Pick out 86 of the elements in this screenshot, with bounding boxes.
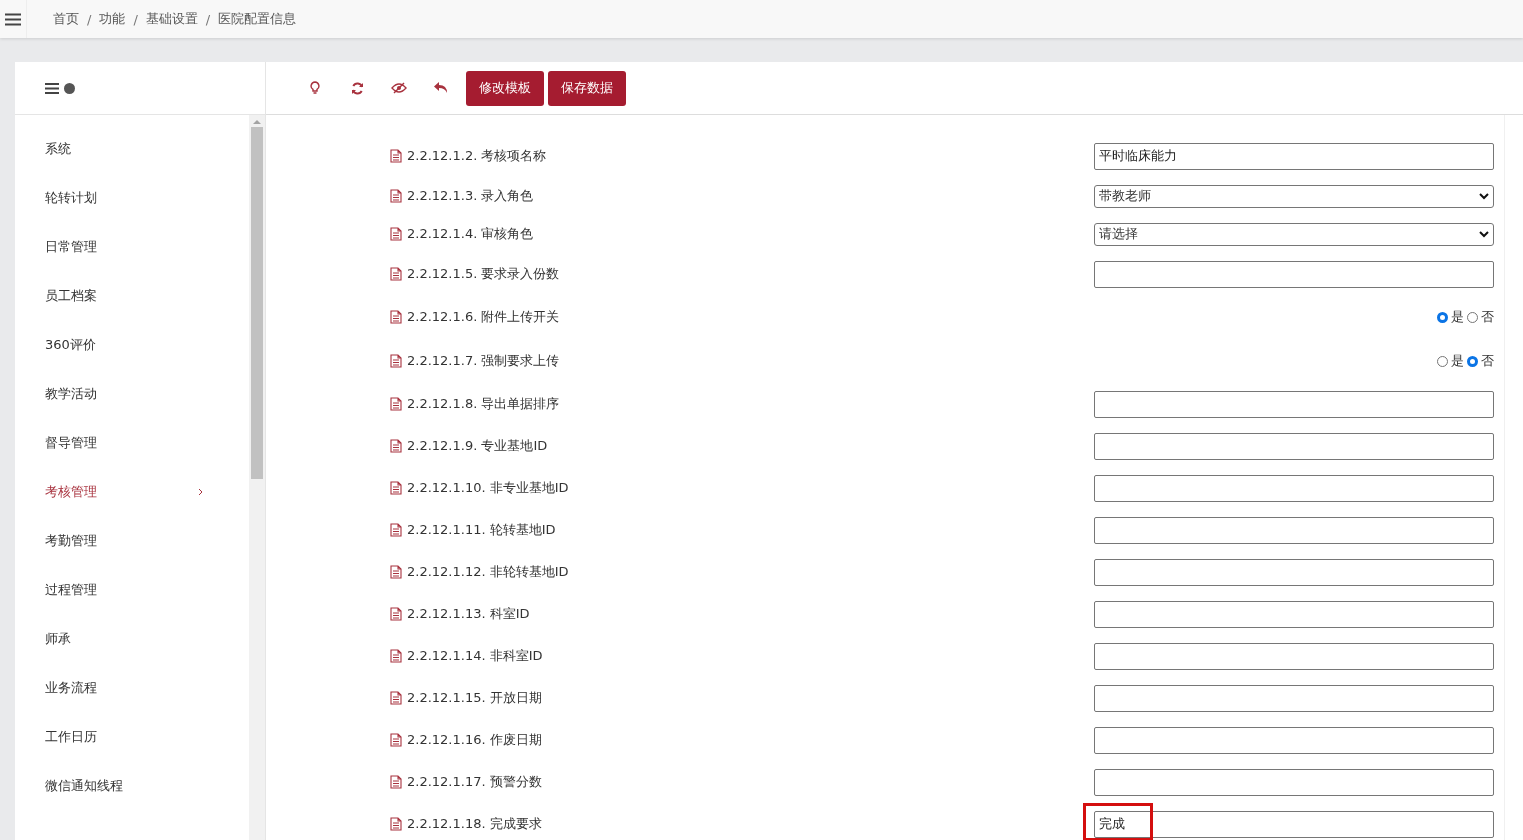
field-label: 2.2.12.1.3. 录入角色 xyxy=(407,187,534,205)
text-input[interactable] xyxy=(1094,684,1494,712)
document-icon xyxy=(390,523,402,537)
text-input[interactable] xyxy=(1094,642,1494,670)
field-label: 2.2.12.1.7. 强制要求上传 xyxy=(407,352,560,370)
breadcrumb-link[interactable]: 功能 xyxy=(99,10,126,28)
radio-button[interactable] xyxy=(1467,311,1478,323)
sidebar-item[interactable]: 微信通知线程 xyxy=(15,761,249,810)
radio-label: 否 xyxy=(1481,352,1494,370)
sidebar-item[interactable]: 过程管理 xyxy=(15,565,249,614)
text-input[interactable] xyxy=(1094,516,1494,544)
radio-button[interactable] xyxy=(1437,311,1448,323)
text-input[interactable] xyxy=(1094,558,1494,586)
field-label: 2.2.12.1.17. 预警分数 xyxy=(407,773,542,791)
sidebar-item[interactable]: 轮转计划 xyxy=(15,173,249,222)
field-label: 2.2.12.1.2. 考核项名称 xyxy=(407,147,547,165)
field-label: 2.2.12.1.4. 审核角色 xyxy=(407,225,534,243)
field-label: 2.2.12.1.10. 非专业基地ID xyxy=(407,479,569,497)
document-icon xyxy=(390,733,402,747)
radio-label: 是 xyxy=(1451,352,1464,370)
field-label: 2.2.12.1.6. 附件上传开关 xyxy=(407,308,560,326)
text-input[interactable] xyxy=(1094,260,1494,288)
breadcrumb-separator: / xyxy=(205,11,211,27)
radio-button[interactable] xyxy=(1437,355,1448,367)
document-icon xyxy=(390,397,402,411)
select-field[interactable]: 带教老师 xyxy=(1094,184,1494,208)
sidebar-item[interactable]: 日常管理 xyxy=(15,222,249,271)
field-label: 2.2.12.1.9. 专业基地ID xyxy=(407,437,548,455)
text-input[interactable] xyxy=(1094,768,1494,796)
text-input[interactable] xyxy=(1094,390,1494,418)
sidebar-item[interactable]: 员工档案 xyxy=(15,271,249,320)
document-icon xyxy=(390,691,402,705)
field-label: 2.2.12.1.12. 非轮转基地ID xyxy=(407,563,569,581)
breadcrumb-link[interactable]: 医院配置信息 xyxy=(218,10,297,28)
radio-label: 否 xyxy=(1481,308,1494,326)
sidebar-item[interactable]: 考核管理 xyxy=(15,467,249,516)
chevron-down-icon xyxy=(1479,192,1489,200)
sidebar-item[interactable]: 师承 xyxy=(15,614,249,663)
menu-icon[interactable] xyxy=(5,12,21,26)
sidebar-item[interactable]: 360评价 xyxy=(15,320,249,369)
field-label: 2.2.12.1.5. 要求录入份数 xyxy=(407,265,560,283)
text-input[interactable] xyxy=(1094,600,1494,628)
document-icon xyxy=(390,481,402,495)
document-icon xyxy=(390,189,402,203)
document-icon xyxy=(390,227,402,241)
scrollbar[interactable] xyxy=(249,115,265,840)
toolbar-button[interactable]: 修改模板 xyxy=(466,70,544,106)
document-icon xyxy=(390,267,402,281)
select-field[interactable]: 请选择 xyxy=(1094,222,1494,246)
radio-label: 是 xyxy=(1451,308,1464,326)
breadcrumb-separator: / xyxy=(133,11,138,27)
document-icon xyxy=(390,817,402,831)
field-label: 2.2.12.1.13. 科室ID xyxy=(407,605,530,623)
document-icon xyxy=(390,354,402,368)
text-input[interactable] xyxy=(1094,474,1494,502)
field-label: 2.2.12.1.16. 作废日期 xyxy=(407,731,542,749)
sidebar-item[interactable]: 业务流程 xyxy=(15,663,249,712)
document-icon xyxy=(390,149,402,163)
chevron-right-icon xyxy=(198,487,203,496)
breadcrumb-link[interactable]: 首页 xyxy=(53,10,79,28)
text-input[interactable]: 完成 xyxy=(1094,810,1494,838)
field-label: 2.2.12.1.14. 非科室ID xyxy=(407,647,543,665)
field-label: 2.2.12.1.15. 开放日期 xyxy=(407,689,542,707)
text-input[interactable] xyxy=(1094,726,1494,754)
sidebar-item[interactable]: 系统 xyxy=(15,124,249,173)
field-label: 2.2.12.1.18. 完成要求 xyxy=(407,815,542,833)
document-icon xyxy=(390,310,402,324)
text-input[interactable]: 平时临床能力 xyxy=(1094,142,1494,170)
sidebar-item[interactable]: 工作日历 xyxy=(15,712,249,761)
document-icon xyxy=(390,775,402,789)
document-icon xyxy=(390,565,402,579)
field-label: 2.2.12.1.11. 轮转基地ID xyxy=(407,521,556,539)
field-label: 2.2.12.1.8. 导出单据排序 xyxy=(407,395,560,413)
breadcrumb-separator: / xyxy=(87,11,92,27)
text-input[interactable] xyxy=(1094,432,1494,460)
sidebar-item[interactable]: 考勤管理 xyxy=(15,516,249,565)
dot-icon xyxy=(64,82,75,94)
document-icon xyxy=(390,649,402,663)
chevron-down-icon xyxy=(1479,230,1489,238)
breadcrumb-link[interactable]: 基础设置 xyxy=(145,10,198,28)
toolbar-button[interactable]: 保存数据 xyxy=(548,70,626,106)
document-icon xyxy=(390,439,402,453)
document-icon xyxy=(390,607,402,621)
sidebar-item[interactable]: 教学活动 xyxy=(15,369,249,418)
sidebar-item[interactable]: 督导管理 xyxy=(15,418,249,467)
radio-button[interactable] xyxy=(1467,355,1478,367)
